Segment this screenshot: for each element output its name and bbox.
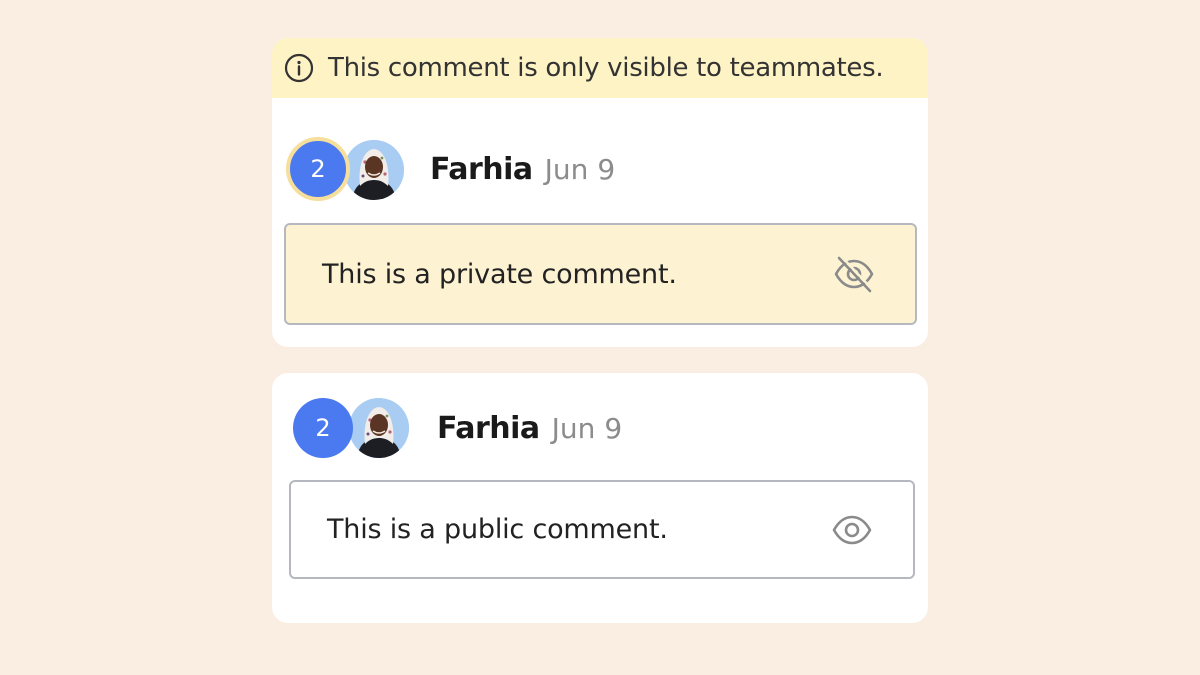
comment-date: Jun 9	[551, 411, 623, 445]
comment-header: 2 Farhia Jun 9	[272, 134, 928, 204]
author-name[interactable]: Farhia	[437, 411, 540, 446]
author-name[interactable]: Farhia	[430, 152, 533, 187]
avatar[interactable]	[344, 140, 404, 200]
eye-off-icon[interactable]	[833, 253, 875, 295]
info-icon	[284, 53, 314, 83]
comment-date: Jun 9	[544, 152, 616, 186]
private-comment-body[interactable]: This is a private comment.	[284, 223, 917, 325]
public-comment-card: 2 Farhia Jun 9 This is a public comment.	[272, 373, 928, 623]
avatar[interactable]	[349, 398, 409, 458]
private-comment-card: This comment is only visible to teammate…	[272, 38, 928, 347]
participant-count-badge[interactable]: 2	[286, 137, 350, 201]
comment-text: This is a public comment.	[327, 514, 668, 545]
participants-stack[interactable]: 2	[286, 134, 406, 204]
banner-text: This comment is only visible to teammate…	[328, 53, 884, 83]
comment-text: This is a private comment.	[322, 258, 677, 290]
eye-icon[interactable]	[831, 509, 873, 551]
public-comment-body[interactable]: This is a public comment.	[289, 480, 915, 579]
participant-count-badge[interactable]: 2	[293, 398, 353, 458]
participants-stack[interactable]: 2	[293, 393, 413, 463]
teammates-visibility-banner: This comment is only visible to teammate…	[272, 38, 928, 98]
comment-header: 2 Farhia Jun 9	[272, 393, 928, 463]
